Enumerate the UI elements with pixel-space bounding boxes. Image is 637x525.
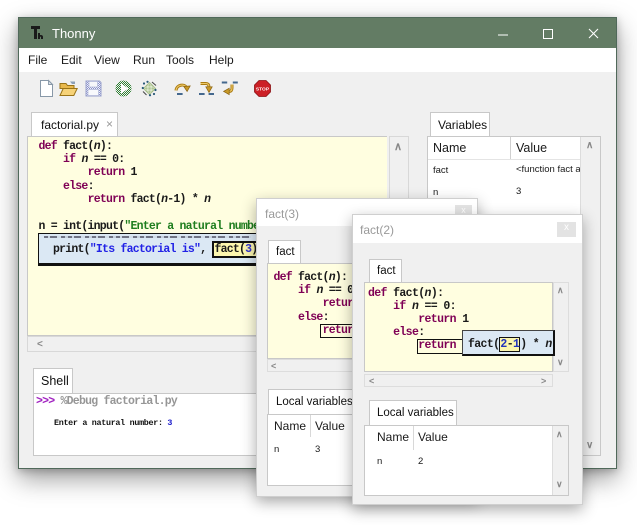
svg-text:STOP: STOP <box>256 87 270 93</box>
